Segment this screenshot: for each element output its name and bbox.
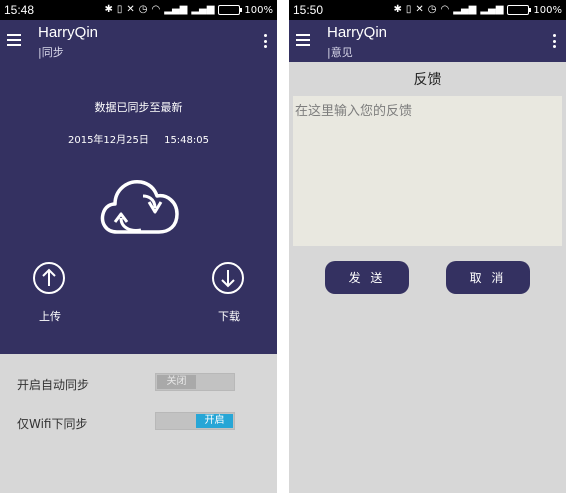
sync-time: 15:48:05 — [164, 135, 209, 146]
sync-datetime: 2015年12月25日 15:48:05 — [0, 131, 277, 146]
alarm-icon: ◷ — [138, 4, 148, 15]
bluetooth-icon: ✱ — [393, 4, 402, 15]
auto-sync-setting: 开启自动同步 关闭 — [0, 369, 277, 399]
signal-icon: ▂▄▆ — [191, 4, 215, 15]
sync-status-text: 数据已同步至最新 — [94, 101, 183, 114]
mute-icon: ✕ — [415, 4, 424, 15]
battery-icon — [218, 5, 243, 15]
auto-sync-label: 开启自动同步 — [17, 378, 90, 392]
bluetooth-icon: ✱ — [104, 4, 113, 15]
wifi-only-toggle[interactable]: 开启 — [155, 412, 235, 430]
status-time: 15:48 — [4, 3, 35, 17]
signal-icon: ▂▄▆ — [453, 4, 477, 15]
mute-icon: ✕ — [126, 4, 135, 15]
signal-icon: ▂▄▆ — [480, 4, 504, 15]
upload-button[interactable] — [33, 262, 65, 294]
app-subtitle: |意见 — [327, 46, 353, 59]
vibrate-icon: ▯ — [405, 4, 412, 15]
send-button[interactable]: 发 送 — [325, 261, 409, 294]
feedback-screen: 15:50 ✱ ▯ ✕ ◷ ◠ ▂▄▆ ▂▄▆ 100% HarryQin |意… — [289, 0, 566, 493]
vibrate-icon: ▯ — [116, 4, 123, 15]
status-icons: ✱ ▯ ✕ ◷ ◠ ▂▄▆ ▂▄▆ 100% — [393, 5, 562, 16]
wifi-icon: ◠ — [440, 4, 450, 15]
wifi-icon: ◠ — [151, 4, 161, 15]
download-button[interactable] — [212, 262, 244, 294]
battery-percent: 100% — [533, 4, 562, 16]
wifi-only-label: 仅Wifi下同步 — [17, 417, 88, 431]
battery-percent: 100% — [244, 4, 273, 16]
app-bar: HarryQin |同步 — [0, 20, 277, 62]
status-icons: ✱ ▯ ✕ ◷ ◠ ▂▄▆ ▂▄▆ 100% — [104, 5, 273, 16]
status-bar: 15:48 ✱ ▯ ✕ ◷ ◠ ▂▄▆ ▂▄▆ 100% — [0, 0, 277, 20]
feedback-input[interactable] — [293, 96, 562, 246]
sync-panel: 数据已同步至最新 2015年12月25日 15:48:05 上传 下载 — [0, 62, 277, 354]
menu-icon[interactable] — [7, 34, 21, 46]
menu-icon[interactable] — [296, 34, 310, 46]
overflow-menu-icon[interactable] — [552, 34, 556, 48]
auto-sync-toggle[interactable]: 关闭 — [155, 373, 235, 391]
upload-arrow-icon — [42, 268, 56, 286]
cancel-button[interactable]: 取 消 — [446, 261, 530, 294]
toggle-on-text: 开启 — [196, 414, 233, 428]
wifi-only-setting: 仅Wifi下同步 开启 — [0, 408, 277, 438]
alarm-icon: ◷ — [427, 4, 437, 15]
app-title: HarryQin — [327, 24, 388, 41]
app-title: HarryQin — [38, 24, 99, 41]
download-arrow-icon — [221, 270, 235, 288]
cloud-sync-icon[interactable] — [97, 174, 181, 242]
app-subtitle: |同步 — [38, 46, 64, 59]
sync-screen: 15:48 ✱ ▯ ✕ ◷ ◠ ▂▄▆ ▂▄▆ 100% HarryQin |同… — [0, 0, 277, 493]
feedback-title: 反馈 — [413, 72, 442, 88]
signal-icon: ▂▄▆ — [164, 4, 188, 15]
toggle-off-text: 关闭 — [157, 375, 196, 389]
download-label: 下载 — [218, 310, 240, 323]
battery-icon — [507, 5, 532, 15]
overflow-menu-icon[interactable] — [263, 34, 267, 48]
app-bar: HarryQin |意见 — [289, 20, 566, 62]
upload-label: 上传 — [39, 310, 61, 323]
status-bar: 15:50 ✱ ▯ ✕ ◷ ◠ ▂▄▆ ▂▄▆ 100% — [289, 0, 566, 20]
status-time: 15:50 — [293, 3, 324, 17]
sync-date: 2015年12月25日 — [67, 135, 149, 146]
